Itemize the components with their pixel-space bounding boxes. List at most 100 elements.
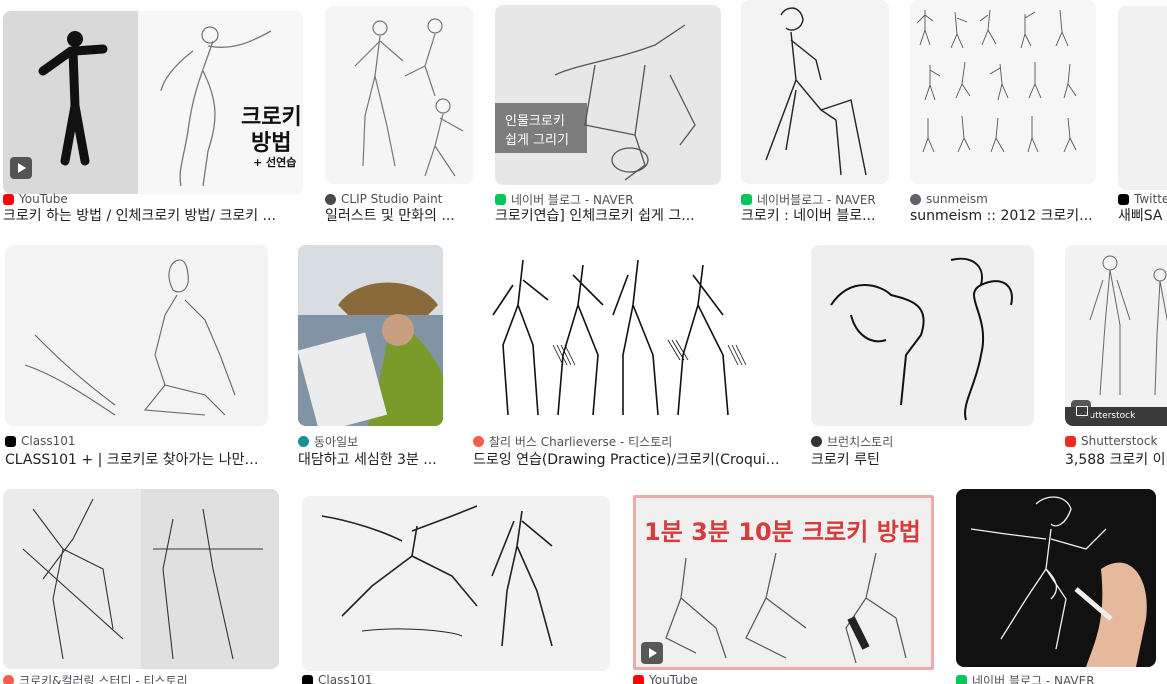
result-title[interactable]: 크로키 하는 방법 / 인체크로키 방법/ 크로키 ... bbox=[3, 206, 300, 226]
play-icon bbox=[641, 642, 663, 664]
source-name: 동아일보 bbox=[314, 434, 359, 449]
thumbnail-overlay-subtitle: 쉽게 그리기 bbox=[505, 133, 569, 148]
croquis-drawing-image bbox=[24, 259, 236, 416]
source-name: CLIP Studio Paint bbox=[341, 192, 443, 206]
croquis-drawing-image bbox=[492, 259, 747, 416]
source-name: 브런치스토리 bbox=[827, 434, 894, 449]
image-result-card[interactable]: Twitte 새삐SA bbox=[1118, 0, 1167, 230]
image-result-card[interactable]: 찰리 버스 Charlieverse - 티스토리 드로잉 연습(Drawing… bbox=[473, 245, 785, 475]
result-title[interactable]: 크로키 루틴 bbox=[811, 450, 1036, 470]
source-name: 네이버 블로그 - NAVER bbox=[972, 673, 1095, 684]
image-result-card[interactable]: CLIP Studio Paint 일러스트 및 만화의 ... bbox=[325, 0, 473, 230]
croquis-drawing-image bbox=[830, 257, 1013, 421]
result-title[interactable]: 일러스트 및 만화의 ... bbox=[325, 206, 473, 226]
source-name: 찰리 버스 Charlieverse - 티스토리 bbox=[489, 434, 673, 449]
result-source[interactable]: 동아일보 bbox=[298, 433, 443, 449]
thumbnail-overlay-caption: + 선연습 bbox=[253, 156, 297, 169]
result-thumbnail[interactable] bbox=[741, 0, 889, 184]
croquis-drawing-image bbox=[354, 18, 464, 177]
thumbnail-overlay-title: 인물크로키 bbox=[505, 114, 565, 129]
result-title[interactable]: 크로키 : 네이버 블로... bbox=[741, 206, 889, 226]
result-title[interactable]: sunmeism :: 2012 크로키... bbox=[910, 206, 1096, 226]
image-result-card[interactable]: 크로키 방법 + 선연습 YouTube 크로키 하는 방법 / 인체크로키 방… bbox=[3, 0, 303, 230]
source-name: YouTube bbox=[19, 192, 68, 206]
result-source[interactable]: Twitte bbox=[1118, 191, 1167, 207]
source-name: sunmeism bbox=[926, 192, 988, 206]
play-icon bbox=[10, 157, 32, 179]
source-name: YouTube bbox=[649, 673, 698, 684]
result-thumbnail[interactable]: 크로키 방법 + 선연습 bbox=[3, 11, 303, 194]
croquis-drawing-image bbox=[1065, 255, 1167, 426]
result-thumbnail[interactable] bbox=[302, 496, 610, 671]
result-source[interactable]: Class101 bbox=[302, 672, 610, 684]
result-thumbnail[interactable]: 인물크로키 쉽게 그리기 bbox=[495, 5, 721, 185]
croquis-drawing-image bbox=[321, 505, 553, 647]
class101-icon bbox=[302, 674, 313, 684]
image-result-card[interactable]: 인물크로키 쉽게 그리기 네이버 블로그 - NAVER 크로키연습] 인체크로… bbox=[495, 0, 721, 230]
naver-blog-icon bbox=[495, 193, 506, 205]
image-result-card[interactable]: shutterstock Shutterstock 3,588 크로키 이미 bbox=[1065, 245, 1167, 475]
result-source[interactable]: 네이버블로그 - NAVER bbox=[741, 191, 889, 207]
result-thumbnail[interactable] bbox=[3, 489, 279, 669]
result-thumbnail[interactable]: 1분 3분 10분 크로키 방법 bbox=[633, 495, 934, 670]
source-name: Twitte bbox=[1134, 192, 1167, 206]
result-thumbnail[interactable] bbox=[298, 245, 443, 426]
result-source[interactable]: 네이버 블로그 - NAVER bbox=[956, 672, 1156, 684]
tistory-icon bbox=[473, 435, 484, 447]
result-title[interactable]: 새삐SA bbox=[1118, 206, 1167, 226]
source-name: Shutterstock bbox=[1081, 434, 1158, 448]
naver-blog-icon bbox=[741, 193, 752, 205]
source-name: 네이버 블로그 - NAVER bbox=[511, 192, 634, 207]
image-result-card[interactable]: 크로키&컬러링 스터디 - 티스토리 bbox=[3, 489, 279, 684]
result-source[interactable]: 네이버 블로그 - NAVER bbox=[495, 191, 721, 207]
croquis-drawing-image bbox=[765, 7, 867, 176]
source-name: Class101 bbox=[21, 434, 76, 448]
result-source[interactable]: Class101 bbox=[5, 433, 270, 449]
croquis-drawing-image bbox=[3, 489, 279, 669]
image-result-card[interactable]: Class101 CLASS101 + | 크로키로 찾아가는 나만의... bbox=[5, 245, 270, 475]
result-thumbnail[interactable] bbox=[910, 0, 1096, 184]
croquis-drawing-image bbox=[916, 9, 1077, 153]
result-source[interactable]: 찰리 버스 Charlieverse - 티스토리 bbox=[473, 433, 785, 449]
result-title[interactable]: 크로키연습] 인체크로키 쉽게 그... bbox=[495, 206, 719, 226]
source-name: 네이버블로그 - NAVER bbox=[757, 192, 876, 207]
result-thumbnail[interactable] bbox=[5, 245, 268, 426]
result-source[interactable]: 크로키&컬러링 스터디 - 티스토리 bbox=[3, 672, 279, 684]
result-thumbnail[interactable]: shutterstock bbox=[1065, 245, 1167, 426]
image-result-card[interactable]: Class101 bbox=[302, 489, 610, 684]
class101-icon bbox=[5, 435, 16, 447]
result-title[interactable]: 3,588 크로키 이미 bbox=[1065, 450, 1167, 470]
source-name: 크로키&컬러링 스터디 - 티스토리 bbox=[19, 673, 188, 684]
result-thumbnail[interactable] bbox=[811, 245, 1034, 426]
source-name: Class101 bbox=[318, 673, 373, 684]
croquis-drawing-image bbox=[970, 496, 1147, 667]
result-title[interactable]: 대담하고 세심한 3분 ... bbox=[298, 450, 443, 470]
result-source[interactable]: YouTube bbox=[3, 191, 303, 207]
shutterstock-icon bbox=[1065, 435, 1076, 447]
result-source[interactable]: CLIP Studio Paint bbox=[325, 191, 473, 207]
result-thumbnail[interactable] bbox=[325, 6, 473, 184]
result-title[interactable]: CLASS101 + | 크로키로 찾아가는 나만의... bbox=[5, 450, 270, 470]
image-result-card[interactable]: 동아일보 대담하고 세심한 3분 ... bbox=[298, 245, 443, 475]
result-title[interactable]: 드로잉 연습(Drawing Practice)/크로키(Croquis... bbox=[473, 450, 785, 470]
image-badge-icon bbox=[1071, 400, 1091, 420]
brunch-icon bbox=[811, 435, 822, 447]
result-source[interactable]: Shutterstock bbox=[1065, 433, 1167, 449]
globe-icon bbox=[910, 193, 921, 205]
result-source[interactable]: sunmeism bbox=[910, 191, 1096, 207]
clip-studio-icon bbox=[325, 193, 336, 205]
image-result-card[interactable]: sunmeism sunmeism :: 2012 크로키... bbox=[910, 0, 1096, 230]
result-thumbnail[interactable] bbox=[1118, 6, 1167, 190]
result-source[interactable]: 브런치스토리 bbox=[811, 433, 1036, 449]
image-result-card[interactable]: 네이버 블로그 - NAVER bbox=[956, 489, 1156, 684]
youtube-icon bbox=[633, 674, 644, 684]
image-result-card[interactable]: 브런치스토리 크로키 루틴 bbox=[811, 245, 1036, 475]
image-result-card[interactable]: 네이버블로그 - NAVER 크로키 : 네이버 블로... bbox=[741, 0, 889, 230]
thumbnail-overlay-title: 1분 3분 10분 크로키 방법 bbox=[644, 518, 921, 546]
result-thumbnail[interactable] bbox=[956, 489, 1156, 667]
result-thumbnail[interactable] bbox=[473, 245, 785, 426]
croquis-drawing-image bbox=[495, 24, 696, 181]
result-source[interactable]: YouTube bbox=[633, 672, 934, 684]
donga-icon bbox=[298, 435, 309, 447]
image-result-card[interactable]: 1분 3분 10분 크로키 방법 YouTube bbox=[633, 489, 934, 684]
